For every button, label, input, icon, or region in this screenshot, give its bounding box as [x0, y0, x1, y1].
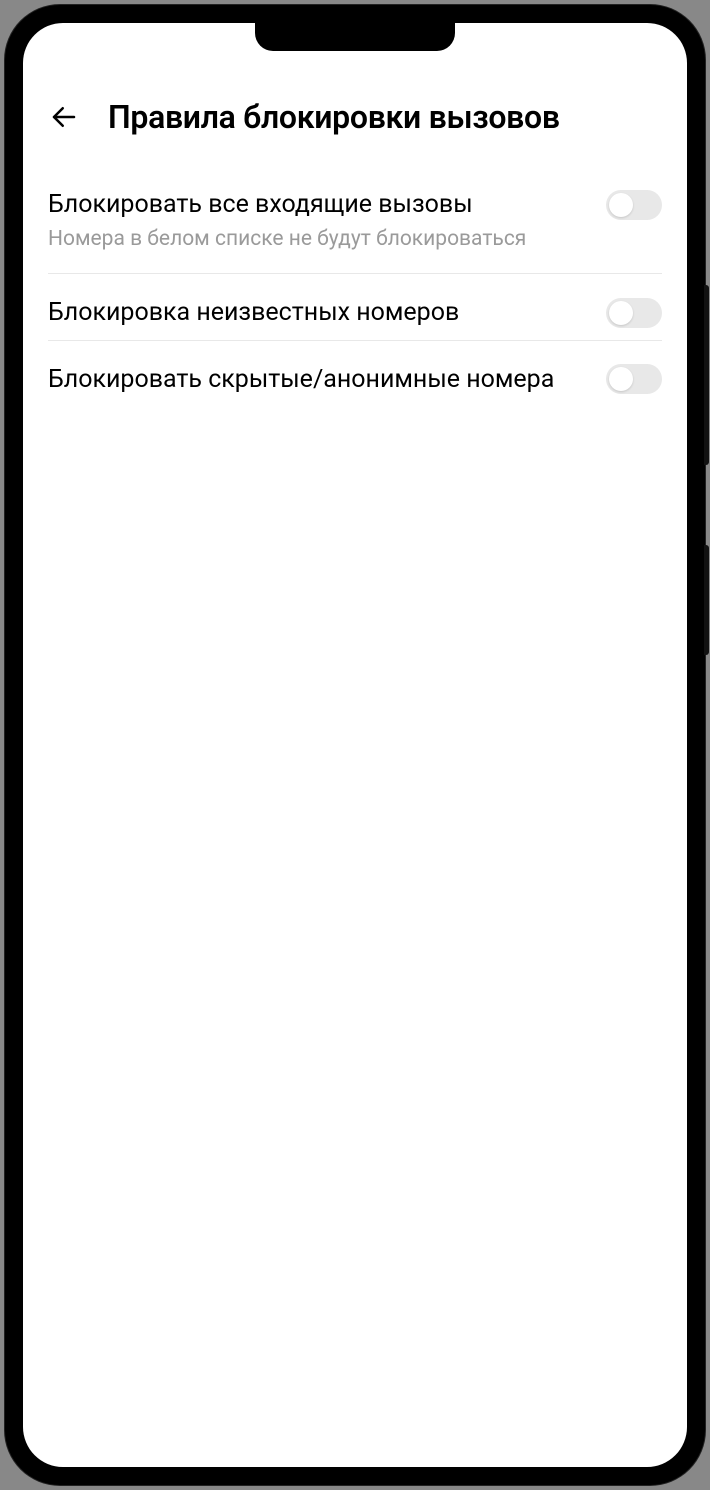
setting-label: Блокировать все входящие вызовы: [48, 188, 586, 222]
toggle-knob: [609, 193, 633, 217]
phone-power-button: [704, 545, 709, 655]
phone-frame: Правила блокировки вызовов Блокировать в…: [5, 5, 705, 1485]
setting-block-all-incoming[interactable]: Блокировать все входящие вызовы: [48, 166, 662, 227]
phone-volume-button: [704, 285, 709, 465]
header: Правила блокировки вызовов: [23, 78, 687, 166]
page-title: Правила блокировки вызовов: [108, 98, 560, 136]
screen: Правила блокировки вызовов Блокировать в…: [23, 23, 687, 1467]
phone-notch: [255, 23, 455, 51]
settings-list: Блокировать все входящие вызовы Номера в…: [23, 166, 687, 406]
back-button[interactable]: [48, 101, 80, 133]
setting-block-unknown[interactable]: Блокировка неизвестных номеров: [48, 274, 662, 340]
toggle-knob: [609, 367, 633, 391]
toggle-block-all-incoming[interactable]: [606, 190, 662, 220]
toggle-knob: [609, 301, 633, 325]
content-area: Правила блокировки вызовов Блокировать в…: [23, 23, 687, 406]
setting-label: Блокировать скрытые/анонимные номера: [48, 363, 586, 397]
arrow-left-icon: [49, 102, 79, 132]
toggle-block-hidden[interactable]: [606, 364, 662, 394]
toggle-block-unknown[interactable]: [606, 298, 662, 328]
setting-label: Блокировка неизвестных номеров: [48, 296, 586, 330]
setting-subtitle: Номера в белом списке не будут блокирова…: [48, 227, 662, 273]
setting-block-hidden[interactable]: Блокировать скрытые/анонимные номера: [48, 341, 662, 407]
